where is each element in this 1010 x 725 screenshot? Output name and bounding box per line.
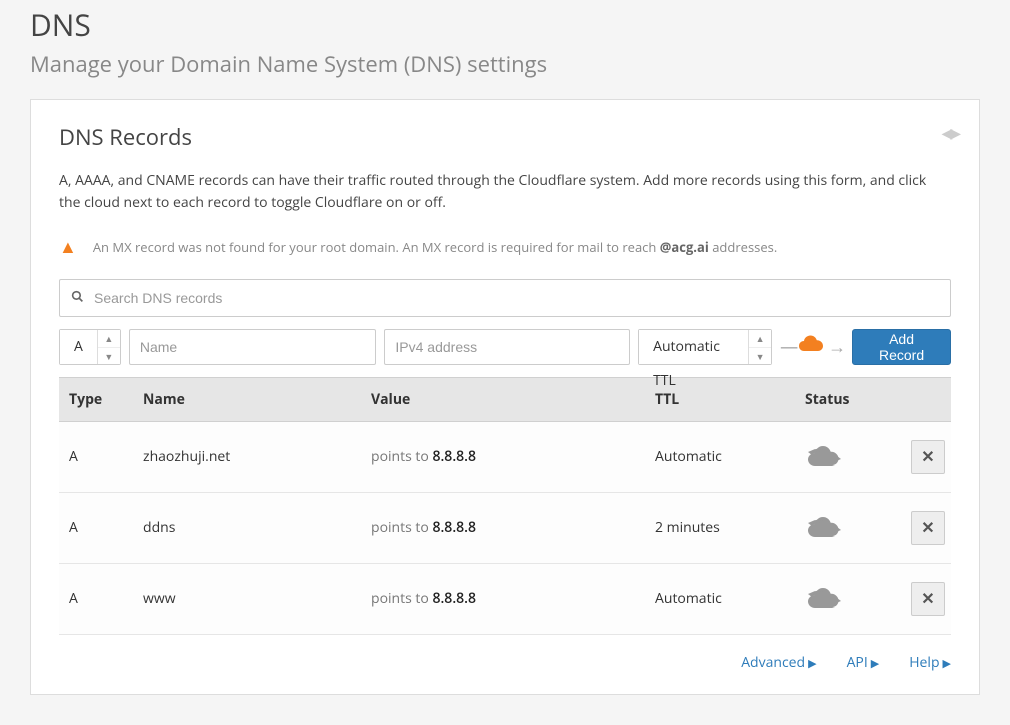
card-desc: A, AAAA, and CNAME records can have thei…	[59, 170, 951, 215]
name-input[interactable]	[129, 329, 377, 365]
advanced-link[interactable]: Advanced▶	[741, 653, 816, 672]
cell-type[interactable]: A	[59, 421, 133, 492]
chevron-up-down-icon[interactable]: ▲▼	[98, 330, 120, 364]
dns-records-card: ◀▶ DNS Records A, AAAA, and CNAME record…	[30, 99, 980, 695]
cell-type[interactable]: A	[59, 563, 133, 634]
ip-input[interactable]	[384, 329, 630, 365]
cell-name[interactable]: www	[133, 563, 361, 634]
delete-button[interactable]: ✕	[911, 440, 945, 474]
proxy-status-icon[interactable]	[805, 515, 889, 541]
table-row: Addnspoints to 8.8.8.82 minutes ✕	[59, 492, 951, 563]
cloud-icon	[796, 333, 828, 360]
warning-icon: ▲	[59, 235, 77, 259]
table-row: Azhaozhuji.netpoints to 8.8.8.8Automatic…	[59, 421, 951, 492]
api-link[interactable]: API▶	[847, 653, 880, 672]
cell-value[interactable]: points to 8.8.8.8	[361, 492, 645, 563]
cell-name[interactable]: ddns	[133, 492, 361, 563]
mx-alert: ▲ An MX record was not found for your ro…	[59, 229, 951, 279]
alert-text: An MX record was not found for your root…	[93, 238, 777, 256]
delete-button[interactable]: ✕	[911, 511, 945, 545]
chevron-up-down-icon[interactable]: ▲▼	[749, 330, 771, 364]
cell-ttl[interactable]: Automatic	[645, 563, 795, 634]
ttl-select[interactable]: Automatic TTL ▲▼	[638, 329, 772, 365]
th-type: Type	[59, 377, 133, 421]
proxy-status-icon[interactable]	[805, 586, 889, 612]
th-status: Status	[795, 377, 899, 421]
cell-value[interactable]: points to 8.8.8.8	[361, 421, 645, 492]
search-icon	[71, 289, 84, 307]
expand-icon[interactable]: ◀▶	[941, 124, 959, 143]
help-link[interactable]: Help▶	[909, 653, 951, 672]
type-select[interactable]: A ▲▼	[59, 329, 121, 365]
card-title: DNS Records	[59, 122, 951, 152]
table-row: Awwwpoints to 8.8.8.8Automatic ✕	[59, 563, 951, 634]
page-title: DNS	[30, 0, 980, 45]
th-value: Value	[361, 377, 645, 421]
proxy-status-icon[interactable]	[805, 444, 889, 470]
cell-value[interactable]: points to 8.8.8.8	[361, 563, 645, 634]
th-name: Name	[133, 377, 361, 421]
delete-button[interactable]: ✕	[911, 582, 945, 616]
cell-name[interactable]: zhaozhuji.net	[133, 421, 361, 492]
search-input[interactable]	[59, 279, 951, 317]
proxy-toggle[interactable]: — →	[780, 329, 844, 365]
dns-records-table: Type Name Value TTL Status Azhaozhuji.ne…	[59, 377, 951, 635]
cell-type[interactable]: A	[59, 492, 133, 563]
page-subtitle: Manage your Domain Name System (DNS) set…	[30, 45, 980, 99]
add-record-button[interactable]: Add Record	[852, 329, 951, 365]
cell-ttl[interactable]: 2 minutes	[645, 492, 795, 563]
add-record-form: A ▲▼ Automatic TTL ▲▼ — → Add Record	[59, 329, 951, 365]
footer-links: Advanced▶ API▶ Help▶	[59, 647, 951, 672]
cell-ttl[interactable]: Automatic	[645, 421, 795, 492]
